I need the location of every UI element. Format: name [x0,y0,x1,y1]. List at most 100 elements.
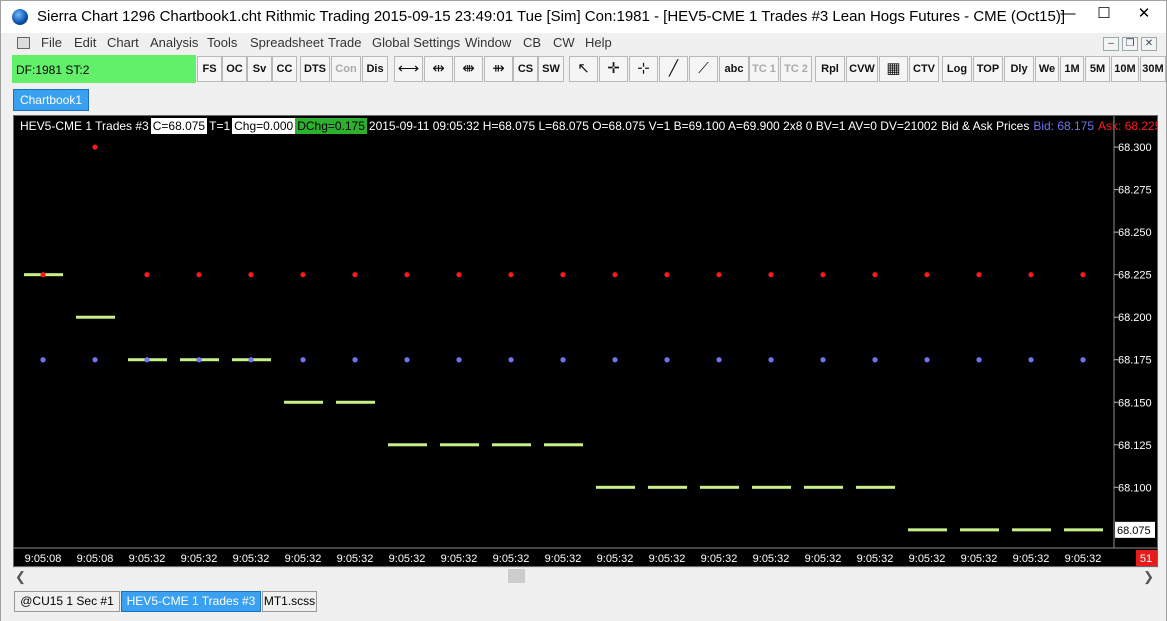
ask-point[interactable] [144,272,150,278]
price-bar[interactable] [856,485,895,489]
ask-point[interactable] [248,272,254,278]
ask-point[interactable] [560,272,566,278]
menu-trade[interactable]: Trade [328,35,361,50]
price-bar[interactable] [960,528,999,532]
bid-point[interactable] [664,357,670,363]
weekly-button[interactable]: We [1035,56,1059,82]
bid-point[interactable] [92,357,98,363]
price-bar[interactable] [804,485,843,489]
price-bar[interactable] [700,485,739,489]
pointer-icon[interactable]: ↖ [569,56,598,82]
bid-point[interactable] [560,357,566,363]
ask-point[interactable] [1028,272,1034,278]
price-bar[interactable] [76,315,115,319]
ask-point[interactable] [352,272,358,278]
scroll-right-icon[interactable]: ❯ [1143,569,1154,585]
tab-hev5[interactable]: HEV5-CME 1 Trades #3 [121,591,261,612]
ask-point[interactable] [456,272,462,278]
rpl-button[interactable]: Rpl [815,56,845,82]
cc-button[interactable]: CC [272,56,297,82]
bid-point[interactable] [1080,357,1086,363]
bid-point[interactable] [144,357,150,363]
bid-point[interactable] [768,357,774,363]
price-chart[interactable]: 68.300 68.275 68.250 68.225 68.200 68.175 68.1… [14,116,1158,567]
log-scale-button[interactable]: Log [942,56,972,82]
price-bar[interactable] [284,400,323,404]
ask-point[interactable] [1080,272,1086,278]
menu-window[interactable]: Window [465,35,511,50]
ask-point[interactable] [92,144,98,150]
draw-line-icon[interactable]: ╱ [659,56,688,82]
zoom-in-icon[interactable]: ⇼ [454,56,483,82]
ask-point[interactable] [768,272,774,278]
price-bar[interactable] [1064,528,1103,532]
price-bar[interactable] [648,485,687,489]
menu-spreadsheet[interactable]: Spreadsheet [250,35,324,50]
scale-compress-icon[interactable]: ⇹ [424,56,453,82]
bid-point[interactable] [976,357,982,363]
menu-analysis[interactable]: Analysis [150,35,198,50]
close-button[interactable]: ✕ [1122,1,1166,29]
ask-point[interactable] [612,272,618,278]
ask-point[interactable] [508,272,514,278]
price-bar[interactable] [544,443,583,447]
price-bar[interactable] [336,400,375,404]
bid-point[interactable] [612,357,618,363]
minimize-button[interactable]: — [1051,1,1085,29]
30-minute-button[interactable]: 30M [1140,56,1166,82]
tab-chartbook1[interactable]: Chartbook1 [13,89,89,111]
10-minute-button[interactable]: 10M [1111,56,1139,82]
5-minute-button[interactable]: 5M [1085,56,1110,82]
ask-point[interactable] [196,272,202,278]
bid-point[interactable] [196,357,202,363]
ask-point[interactable] [40,272,46,278]
top-button[interactable]: TOP [973,56,1003,82]
menu-chart[interactable]: Chart [107,35,139,50]
sw-button[interactable]: SW [538,56,564,82]
scroll-thumb[interactable] [508,569,525,583]
price-bar[interactable] [492,443,531,447]
maximize-button[interactable]: ☐ [1087,1,1121,29]
bid-point[interactable] [820,357,826,363]
price-bar[interactable] [752,485,791,489]
title-bar[interactable]: Sierra Chart 1296 Chartbook1.cht Rithmic… [1,1,1166,33]
menu-help[interactable]: Help [585,35,612,50]
bid-point[interactable] [456,357,462,363]
bid-point[interactable] [1028,357,1034,363]
price-bar[interactable] [388,443,427,447]
menu-global-settings[interactable]: Global Settings [372,35,460,50]
1-minute-button[interactable]: 1M [1060,56,1084,82]
ask-point[interactable] [976,272,982,278]
ray-line-icon[interactable]: ⟋ [689,56,718,82]
horizontal-scrollbar[interactable]: ❮ ❯ [13,567,1158,585]
sv-button[interactable]: Sv [247,56,272,82]
ask-point[interactable] [716,272,722,278]
cvw-button[interactable]: CVW [846,56,878,82]
mdi-close-button[interactable]: ✕ [1141,37,1157,51]
menu-edit[interactable]: Edit [74,35,96,50]
menu-file[interactable]: File [41,35,62,50]
abc-text-tool-button[interactable]: abc [719,56,749,82]
bid-point[interactable] [300,357,306,363]
crosshair-icon[interactable]: ✛ [599,56,628,82]
ask-point[interactable] [924,272,930,278]
chart-calculator-icon[interactable]: ▦ [879,56,908,82]
fs-button[interactable]: FS [197,56,222,82]
bid-point[interactable] [248,357,254,363]
bid-point[interactable] [508,357,514,363]
con-button[interactable]: Con [331,56,361,82]
ask-point[interactable] [404,272,410,278]
price-bar[interactable] [1012,528,1051,532]
scale-expand-icon[interactable]: ⟷ [394,56,423,82]
bid-point[interactable] [40,357,46,363]
bid-point[interactable] [924,357,930,363]
price-bar[interactable] [596,485,635,489]
menu-cb[interactable]: CB [523,35,541,50]
bid-point[interactable] [716,357,722,363]
ask-point[interactable] [872,272,878,278]
mdi-restore-button[interactable]: ❐ [1122,37,1138,51]
mdi-minimize-button[interactable]: – [1103,37,1119,51]
ask-point[interactable] [664,272,670,278]
menu-tools[interactable]: Tools [207,35,237,50]
oc-button[interactable]: OC [222,56,247,82]
